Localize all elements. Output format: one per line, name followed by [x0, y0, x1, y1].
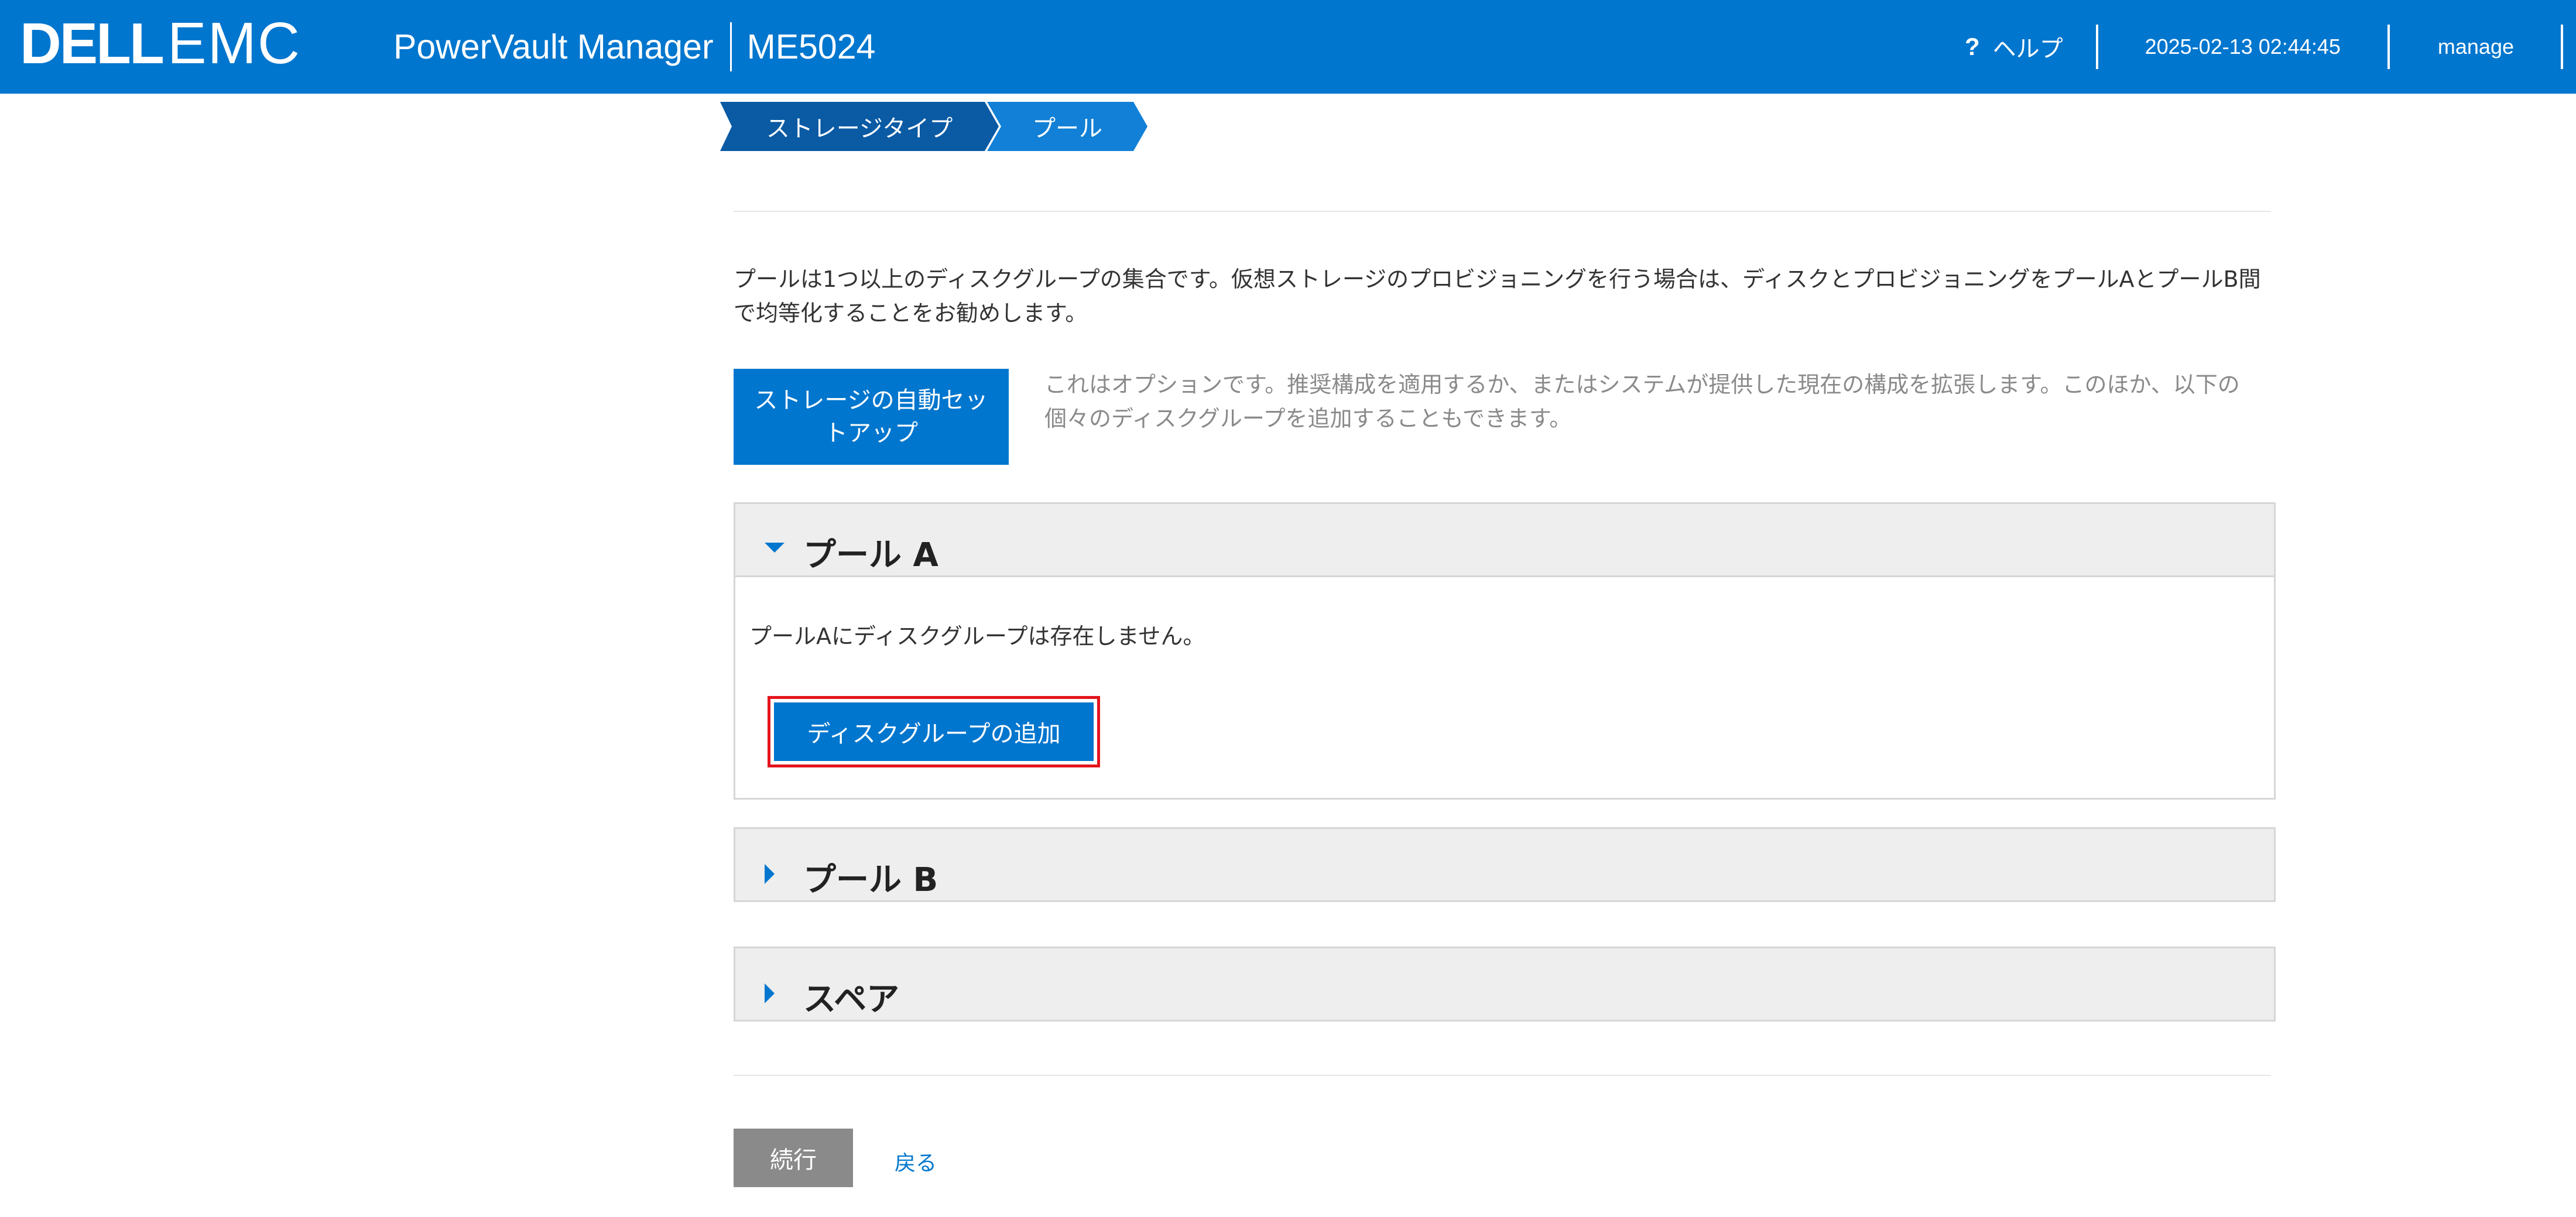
caret-right-icon — [765, 864, 775, 884]
pool-b-header[interactable]: プール B — [735, 829, 2274, 900]
continue-button[interactable]: 続行 — [734, 1129, 853, 1187]
spare-title: スペア — [803, 981, 900, 1019]
system-datetime: 2025-02-13 02:44:45 — [2145, 35, 2341, 59]
continue-button-label: 続行 — [770, 1147, 817, 1174]
spare-panel: スペア — [734, 947, 2276, 1021]
top-header-bar: DELL EMC PowerVault Manager ME5024 ? ヘルプ… — [0, 0, 2576, 94]
user-menu[interactable]: manage — [2390, 35, 2561, 59]
title-divider — [729, 22, 732, 71]
product-name: PowerVault Manager — [393, 28, 714, 66]
header-utilities: ? ヘルプ 2025-02-13 02:44:45 manage — [1965, 0, 2576, 94]
pool-b-panel: プール B — [734, 827, 2276, 902]
help-label: ヘルプ — [1992, 36, 2063, 62]
wizard-step-pool[interactable]: プール — [987, 102, 1147, 151]
help-link[interactable]: ? ヘルプ — [1965, 30, 2096, 64]
auto-setup-storage-button[interactable]: ストレージの自動セットアップ — [734, 369, 1009, 465]
add-disk-group-button[interactable]: ディスクグループの追加 — [774, 702, 1094, 761]
add-disk-group-label: ディスクグループの追加 — [807, 721, 1061, 748]
system-name: ME5024 — [746, 28, 876, 66]
wizard-step-storage-type[interactable]: ストレージタイプ — [720, 102, 999, 151]
caret-right-icon — [765, 983, 775, 1003]
pool-a-panel: プール A プールAにディスクグループは存在しません。 ディスクグループの追加 — [734, 502, 2276, 800]
back-link[interactable]: 戻る — [895, 1146, 937, 1177]
pool-a-title: プール A — [803, 536, 938, 574]
logo-dell-text: DELL — [20, 11, 165, 76]
auto-setup-button-label: ストレージの自動セットアップ — [754, 387, 988, 447]
add-disk-group-highlight: ディスクグループの追加 — [768, 696, 1100, 767]
wizard-step-label: ストレージタイプ — [766, 115, 953, 142]
wizard-step-label: プール — [1032, 115, 1102, 142]
dell-emc-logo: DELL EMC — [20, 11, 301, 76]
pool-a-header[interactable]: プール A — [735, 504, 2274, 575]
section-divider — [734, 211, 2271, 212]
header-divider — [2561, 25, 2563, 69]
caret-down-icon — [765, 543, 785, 553]
logo-emc-text: EMC — [167, 10, 302, 76]
pool-b-title: プール B — [803, 861, 938, 899]
pool-a-body: プールAにディスクグループは存在しません。 ディスクグループの追加 — [735, 575, 2274, 798]
auto-setup-description: これはオプションです。推奨構成を適用するか、またはシステムが提供した現在の構成を… — [1044, 372, 2240, 431]
content-top-divider-wrap — [734, 211, 2273, 212]
help-icon: ? — [1964, 33, 1980, 60]
footer-divider — [734, 1075, 2271, 1076]
spare-header[interactable]: スペア — [735, 948, 2274, 1020]
product-title: PowerVault Manager ME5024 — [393, 0, 875, 94]
pool-a-empty-message: プールAにディスクグループは存在しません。 — [749, 623, 1205, 649]
pool-intro-text: プールは1つ以上のディスクグループの集合です。仮想ストレージのプロビジョニングを… — [734, 266, 2261, 326]
